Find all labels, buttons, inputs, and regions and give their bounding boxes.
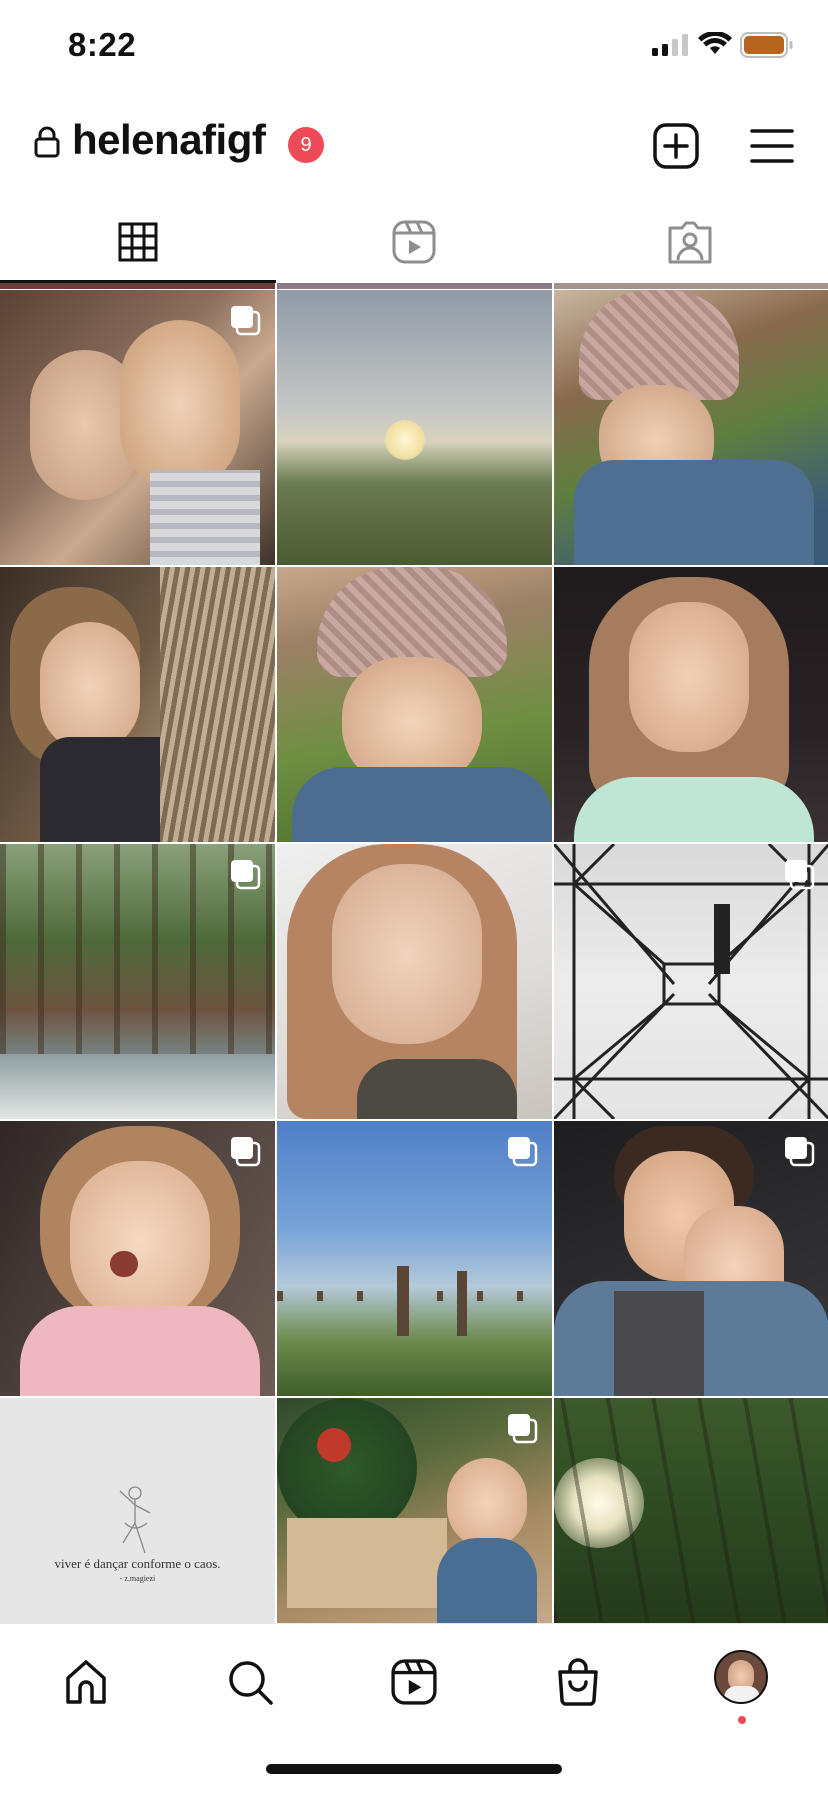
tagged-icon	[668, 221, 712, 264]
profile-avatar[interactable]	[714, 1650, 768, 1704]
photo-mouth	[110, 1251, 138, 1277]
photo-gift-bags	[287, 1518, 447, 1608]
profile-tabs	[0, 200, 828, 284]
photo-knit-hat	[579, 290, 739, 400]
photo-shirt	[614, 1291, 704, 1396]
post-tile[interactable]	[0, 290, 275, 565]
cellular-signal-icon	[652, 34, 688, 56]
photo-fence-post	[397, 1266, 409, 1336]
tab-posts-grid[interactable]	[0, 200, 276, 284]
home-indicator	[266, 1764, 562, 1774]
notification-badge[interactable]: 9	[288, 127, 324, 163]
lock-icon	[34, 126, 60, 158]
post-tile[interactable]	[277, 1398, 552, 1623]
photo-shirt	[357, 1059, 517, 1119]
posts-grid: viver é dançar conforme o caos. - z.magi…	[0, 283, 828, 1623]
post-tile[interactable]	[277, 1121, 552, 1396]
multiple-photos-icon	[785, 860, 815, 890]
post-tile[interactable]	[0, 567, 275, 842]
multiple-photos-icon	[231, 860, 261, 890]
photo-sun	[385, 420, 425, 460]
photo-hoodie	[20, 1306, 260, 1396]
nav-reels[interactable]	[386, 1654, 442, 1710]
profile-username[interactable]: helenafigf	[72, 116, 266, 164]
post-tile[interactable]	[0, 1121, 275, 1396]
wifi-icon	[698, 32, 732, 54]
reels-icon	[392, 220, 436, 264]
photo-shirt	[150, 470, 260, 565]
reels-icon	[391, 1659, 437, 1705]
menu-icon[interactable]	[749, 126, 795, 166]
photo-face	[70, 1161, 210, 1321]
partial-post-strip	[0, 283, 275, 289]
photo-shirt	[574, 777, 814, 842]
photo-jacket	[292, 767, 552, 842]
post-tile[interactable]	[554, 567, 828, 842]
photo-face	[629, 602, 749, 752]
photo-face	[447, 1458, 527, 1548]
multiple-photos-icon	[508, 1414, 538, 1444]
activity-dot	[738, 1716, 746, 1724]
partial-post-strip	[277, 283, 552, 289]
partial-post-strip	[554, 283, 828, 289]
avatar-shirt	[724, 1686, 760, 1702]
post-tile[interactable]	[554, 844, 828, 1119]
quote-text: viver é dançar conforme o caos.	[54, 1556, 221, 1571]
post-tile[interactable]	[554, 1121, 828, 1396]
photo-fence	[277, 1291, 552, 1301]
photo-stream	[0, 1054, 275, 1119]
search-icon	[229, 1661, 273, 1705]
post-tile[interactable]	[277, 567, 552, 842]
photo-jacket	[574, 460, 814, 565]
nav-shop[interactable]	[550, 1654, 606, 1710]
post-tile[interactable]	[277, 290, 552, 565]
status-time: 8:22	[68, 26, 137, 63]
quote-author: - z.magiezi	[119, 1574, 156, 1583]
post-tile[interactable]	[0, 844, 275, 1119]
photo-face	[332, 864, 482, 1044]
post-tile[interactable]	[277, 844, 552, 1119]
photo-christmas-tree	[277, 1398, 417, 1538]
multiple-photos-icon	[508, 1137, 538, 1167]
multiple-photos-icon	[785, 1137, 815, 1167]
photo-dancer-drawing	[119, 1486, 151, 1554]
photo-poinsettia	[317, 1428, 351, 1462]
post-tile[interactable]: viver é dançar conforme o caos. - z.magi…	[0, 1398, 275, 1623]
tab-reels[interactable]	[276, 200, 552, 284]
nav-home[interactable]	[58, 1654, 114, 1710]
photo-jacket	[437, 1538, 537, 1623]
photo-face	[40, 622, 140, 752]
home-icon	[66, 1660, 106, 1704]
battery-icon	[740, 32, 793, 58]
status-bar: 8:22	[0, 0, 828, 96]
photo-tree-trunks	[554, 1398, 828, 1623]
profile-header: helenafigf 9	[0, 96, 828, 196]
shop-icon	[558, 1658, 598, 1706]
photo-fence-post	[457, 1271, 467, 1336]
nav-search[interactable]	[222, 1654, 278, 1710]
post-tile[interactable]	[554, 1398, 828, 1623]
grid-icon	[118, 222, 158, 262]
post-tile[interactable]	[554, 290, 828, 565]
photo-face	[120, 320, 240, 490]
new-post-icon[interactable]	[652, 122, 700, 170]
photo-hammock	[160, 567, 275, 842]
multiple-photos-icon	[231, 1137, 261, 1167]
tab-tagged[interactable]	[552, 200, 828, 284]
multiple-photos-icon	[231, 306, 261, 336]
